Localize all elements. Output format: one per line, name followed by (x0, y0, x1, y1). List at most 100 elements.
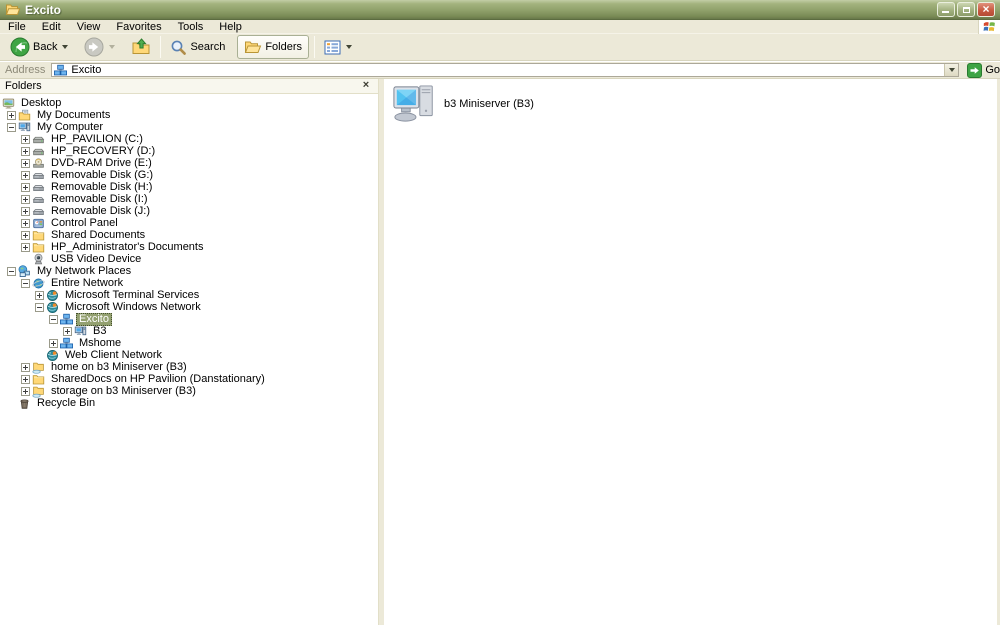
tree-item[interactable]: Removable Disk (H:) (0, 181, 378, 193)
forward-icon (84, 37, 104, 57)
go-button[interactable] (967, 62, 983, 78)
tree-item[interactable]: Removable Disk (I:) (0, 193, 378, 205)
menu-bar: File Edit View Favorites Tools Help (0, 19, 1000, 34)
desktop-icon (2, 97, 15, 110)
views-dropdown-icon[interactable] (346, 45, 353, 49)
restore-button[interactable] (957, 2, 975, 17)
search-icon (170, 39, 187, 56)
folder-tree: Desktop My Documents My Computer HP_PAVILIO… (0, 94, 378, 409)
open-folder-icon (5, 2, 21, 18)
menu-help[interactable]: Help (211, 20, 250, 34)
expand-icon[interactable] (49, 338, 58, 348)
menu-tools[interactable]: Tools (170, 20, 212, 34)
expand-icon[interactable] (35, 290, 44, 300)
expand-icon[interactable] (21, 218, 30, 228)
expand-icon[interactable] (21, 182, 30, 192)
expand-icon[interactable] (21, 386, 30, 396)
collapse-icon[interactable] (21, 278, 30, 288)
tree-item[interactable]: SharedDocs on HP Pavilion (Danstationary… (0, 373, 378, 385)
back-label: Back (33, 41, 58, 53)
tree-item[interactable]: Microsoft Terminal Services (0, 289, 378, 301)
tree-item[interactable]: My Computer (0, 121, 378, 133)
tree-item[interactable]: Removable Disk (J:) (0, 205, 378, 217)
address-label: Address (5, 64, 46, 76)
expand-icon[interactable] (21, 158, 30, 168)
back-icon (10, 37, 30, 57)
tree-item[interactable]: Entire Network (0, 277, 378, 289)
content-pane: b3 Miniserver (B3) (384, 79, 997, 625)
tree-item[interactable]: HP_RECOVERY (D:) (0, 145, 378, 157)
tree-item[interactable]: My Network Places (0, 264, 378, 278)
menu-view[interactable]: View (69, 20, 109, 34)
panel-close-icon[interactable]: × (360, 79, 372, 92)
expand-icon[interactable] (21, 146, 30, 156)
forward-dropdown-icon[interactable] (109, 45, 116, 49)
tree-item[interactable]: My Documents (0, 109, 378, 121)
expand-icon[interactable] (21, 374, 30, 384)
expand-icon[interactable] (63, 326, 72, 336)
folders-panel: Folders × Desktop My Documents My Computer… (0, 79, 378, 625)
views-button[interactable] (320, 38, 356, 57)
workgroup-icon (60, 313, 73, 326)
tree-item[interactable]: HP_Administrator's Documents (0, 241, 378, 253)
tree-item[interactable]: Microsoft Windows Network (0, 301, 378, 313)
up-button[interactable] (127, 35, 155, 59)
address-bar: Address Excito Go (0, 62, 1000, 79)
content-item[interactable]: b3 Miniserver (B3) (392, 84, 534, 124)
tree-item[interactable]: Mshome (0, 337, 378, 349)
back-dropdown-icon[interactable] (62, 45, 69, 49)
tree-item[interactable]: Excito (0, 312, 378, 326)
net-globe-icon (46, 301, 59, 314)
expand-icon[interactable] (21, 170, 30, 180)
recycle-bin-icon (18, 397, 31, 410)
network-places-icon (18, 264, 31, 278)
menu-items: File Edit View Favorites Tools Help (0, 20, 250, 34)
minimize-button[interactable] (937, 2, 955, 17)
content-item-label: b3 Miniserver (B3) (444, 98, 534, 110)
explorer-window: Excito × File Edit View Favorites Tools Help … (0, 0, 1000, 625)
workgroup-icon (54, 64, 68, 77)
collapse-icon[interactable] (7, 122, 16, 132)
tree-item[interactable]: USB Video Device (0, 253, 378, 265)
folders-button[interactable]: Folders (237, 35, 310, 59)
tree-item[interactable]: Control Panel (0, 217, 378, 229)
expand-icon[interactable] (21, 230, 30, 240)
collapse-icon[interactable] (49, 314, 58, 324)
views-icon (324, 40, 341, 55)
tree-item[interactable]: home on b3 Miniserver (B3) (0, 361, 378, 374)
address-dropdown-button[interactable] (944, 64, 959, 76)
menu-edit[interactable]: Edit (34, 20, 69, 34)
tree-item[interactable]: storage on b3 Miniserver (B3) (0, 385, 378, 398)
address-combo[interactable]: Excito (51, 63, 960, 77)
menu-file[interactable]: File (0, 20, 34, 34)
collapse-icon[interactable] (35, 302, 44, 312)
collapse-icon[interactable] (7, 266, 16, 276)
expand-icon[interactable] (21, 362, 30, 372)
tree-item[interactable]: B3 (0, 325, 378, 337)
forward-button[interactable] (80, 35, 119, 59)
go-label[interactable]: Go (985, 64, 1000, 76)
address-value: Excito (71, 64, 102, 76)
expand-icon[interactable] (21, 134, 30, 144)
folders-icon (244, 39, 262, 55)
tree-item[interactable]: Desktop (0, 97, 378, 109)
tree-item[interactable]: Shared Documents (0, 229, 378, 241)
expand-icon[interactable] (21, 194, 30, 204)
tree-item[interactable]: HP_PAVILION (C:) (0, 133, 378, 145)
computer-icon (18, 121, 31, 134)
search-label: Search (190, 41, 226, 53)
expand-icon[interactable] (21, 206, 30, 216)
search-button[interactable]: Search (166, 37, 229, 58)
globe-icon (32, 277, 45, 290)
tree-item[interactable]: Web Client Network (0, 349, 378, 361)
menu-favorites[interactable]: Favorites (108, 20, 169, 34)
tree-item[interactable]: DVD-RAM Drive (E:) (0, 157, 378, 169)
expand-icon[interactable] (21, 242, 30, 252)
tree-item-label: Recycle Bin (37, 396, 96, 409)
back-button[interactable]: Back (6, 35, 72, 59)
expand-icon[interactable] (7, 110, 16, 120)
close-button[interactable]: × (977, 2, 995, 17)
tree-item[interactable]: Recycle Bin (0, 397, 378, 409)
tree-item[interactable]: Removable Disk (G:) (0, 169, 378, 181)
toolbar: Back Search Folders (0, 34, 1000, 61)
